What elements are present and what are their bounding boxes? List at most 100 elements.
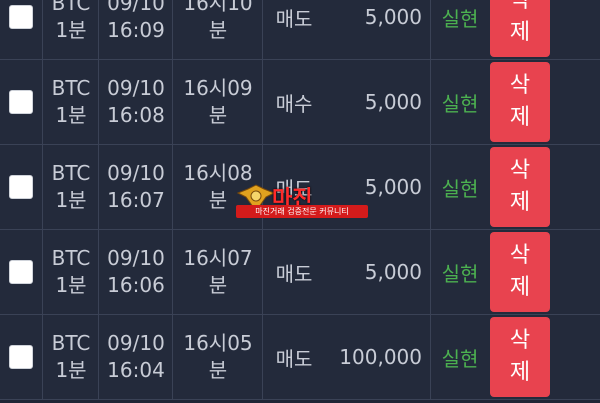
checkbox-cell (0, 0, 42, 59)
time: 16:09 (107, 18, 165, 42)
delete-label-2: 제 (509, 360, 531, 385)
status-text: 실현 (441, 6, 479, 31)
interval: 1분 (55, 188, 87, 212)
side: 매도 (275, 261, 313, 286)
delete-button[interactable]: 삭제 (490, 147, 550, 227)
symbol: BTC (51, 76, 91, 100)
round-cell: 16시07 분 (172, 230, 263, 314)
delete-button[interactable]: 삭제 (490, 62, 550, 142)
delete-label-1: 삭 (509, 243, 531, 268)
amount: 5,000 (364, 5, 422, 29)
date: 09/10 (107, 246, 165, 270)
status-cell: 실현 (430, 0, 489, 59)
delete-label-1: 삭 (509, 158, 531, 183)
checkbox-cell (0, 230, 42, 314)
delete-cell: 삭제 (488, 0, 600, 59)
table-row: BTC 1분 09/10 16:08 16시09 분 매수 5,000 실현 삭제 (0, 60, 600, 145)
symbol: BTC (51, 331, 91, 355)
symbol-cell: BTC 1분 (42, 315, 99, 399)
row-checkbox[interactable] (9, 175, 33, 199)
delete-button[interactable]: 삭제 (490, 317, 550, 397)
round-unit: 분 (208, 18, 228, 42)
interval: 1분 (55, 18, 87, 42)
checkbox-cell (0, 145, 42, 229)
delete-label-1: 삭 (509, 0, 531, 13)
round-unit: 분 (208, 103, 228, 127)
round-unit: 분 (208, 188, 228, 212)
delete-label-1: 삭 (509, 73, 531, 98)
datetime-cell: 09/10 16:09 (98, 0, 173, 59)
status-text: 실현 (441, 261, 479, 286)
time: 16:07 (107, 188, 165, 212)
round-label: 16시05 (183, 331, 253, 355)
side-cell: 매수 (262, 60, 325, 144)
checkbox-cell (0, 60, 42, 144)
status-text: 실현 (441, 176, 479, 201)
delete-cell: 삭제 (488, 315, 600, 399)
row-checkbox[interactable] (9, 90, 33, 114)
side-cell: 매도 (262, 0, 325, 59)
interval: 1분 (55, 273, 87, 297)
watermark-logo: 마진 마진거래 검증전문 커뮤니티 (236, 183, 368, 219)
delete-label-2: 제 (509, 190, 531, 215)
table-row: BTC 1분 09/10 16:04 16시05 분 매도 100,000 실현 삭제 (0, 315, 600, 400)
time: 16:04 (107, 358, 165, 382)
round-label: 16시09 (183, 76, 253, 100)
amount-cell: 100,000 (324, 315, 430, 399)
status-cell: 실현 (430, 230, 489, 314)
delete-cell: 삭제 (488, 60, 600, 144)
side: 매도 (275, 6, 313, 31)
time: 16:06 (107, 273, 165, 297)
amount: 5,000 (364, 260, 422, 284)
round-unit: 분 (208, 358, 228, 382)
symbol: BTC (51, 161, 91, 185)
date: 09/10 (107, 0, 165, 15)
amount: 5,000 (364, 90, 422, 114)
side-cell: 매도 (262, 315, 325, 399)
symbol: BTC (51, 246, 91, 270)
datetime-cell: 09/10 16:07 (98, 145, 173, 229)
datetime-cell: 09/10 16:06 (98, 230, 173, 314)
delete-label-2: 제 (509, 275, 531, 300)
interval: 1분 (55, 358, 87, 382)
date: 09/10 (107, 331, 165, 355)
symbol-cell: BTC 1분 (42, 230, 99, 314)
interval: 1분 (55, 103, 87, 127)
delete-label-2: 제 (509, 105, 531, 130)
amount-cell: 5,000 (324, 0, 430, 59)
delete-label-2: 제 (509, 20, 531, 45)
symbol-cell: BTC 1분 (42, 145, 99, 229)
amount-cell: 5,000 (324, 230, 430, 314)
datetime-cell: 09/10 16:04 (98, 315, 173, 399)
row-checkbox[interactable] (9, 345, 33, 369)
date: 09/10 (107, 76, 165, 100)
table-row: BTC 1분 09/10 16:09 16시10 분 매도 5,000 실현 삭제 (0, 0, 600, 60)
delete-label-1: 삭 (509, 328, 531, 353)
round-unit: 분 (208, 273, 228, 297)
status-cell: 실현 (430, 145, 489, 229)
symbol-cell: BTC 1분 (42, 0, 99, 59)
delete-button[interactable]: 삭제 (490, 232, 550, 312)
amount: 100,000 (339, 345, 422, 369)
round-label: 16시10 (183, 0, 253, 15)
round-cell: 16시05 분 (172, 315, 263, 399)
status-cell: 실현 (430, 60, 489, 144)
status-text: 실현 (441, 91, 479, 116)
side: 매수 (275, 91, 313, 116)
amount: 5,000 (364, 175, 422, 199)
delete-cell: 삭제 (488, 230, 600, 314)
amount-cell: 5,000 (324, 60, 430, 144)
time: 16:08 (107, 103, 165, 127)
status-cell: 실현 (430, 315, 489, 399)
row-checkbox[interactable] (9, 5, 33, 29)
checkbox-cell (0, 315, 42, 399)
round-cell: 16시09 분 (172, 60, 263, 144)
datetime-cell: 09/10 16:08 (98, 60, 173, 144)
delete-button[interactable]: 삭제 (490, 0, 550, 57)
row-checkbox[interactable] (9, 260, 33, 284)
side: 매도 (275, 346, 313, 371)
date: 09/10 (107, 161, 165, 185)
delete-cell: 삭제 (488, 145, 600, 229)
symbol-cell: BTC 1분 (42, 60, 99, 144)
symbol: BTC (51, 0, 91, 15)
